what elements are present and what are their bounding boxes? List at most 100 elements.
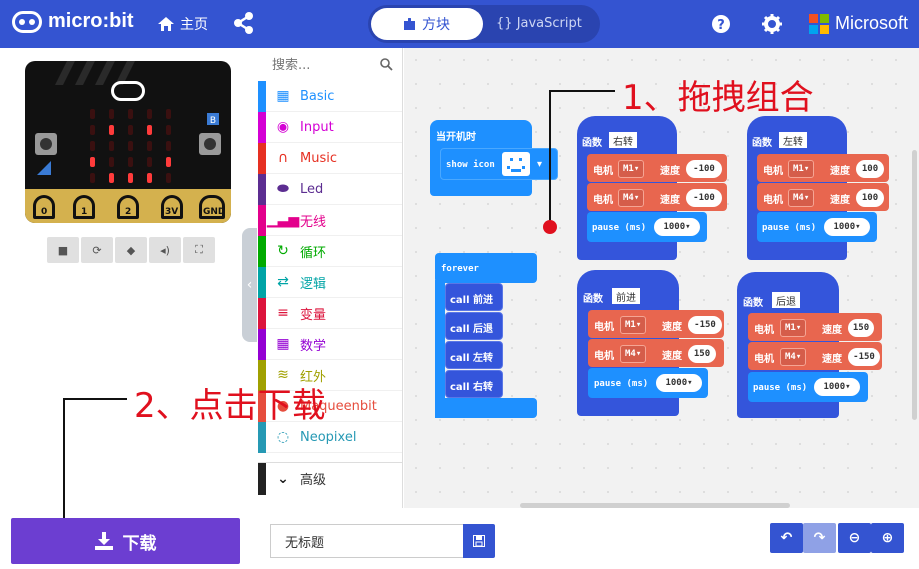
pause-input[interactable]: 1000 ▾ <box>654 218 700 236</box>
gear-icon[interactable] <box>762 14 782 34</box>
search-icon[interactable] <box>380 58 393 71</box>
function-name[interactable]: 右转 <box>609 132 637 148</box>
svg-text:?: ? <box>717 18 725 33</box>
category-stripe <box>258 204 266 236</box>
tab-javascript[interactable]: {} JavaScript <box>496 16 582 31</box>
led <box>128 173 133 183</box>
minus-icon: ⊖ <box>848 530 861 546</box>
collapse-simulator-button[interactable]: ‹ <box>242 228 257 342</box>
dropdown-arrow-icon: ▾ <box>795 323 802 333</box>
speed-input[interactable]: 100 <box>856 189 884 207</box>
led <box>109 125 114 135</box>
show-icon-label: show icon <box>446 160 495 170</box>
microbit-logo[interactable]: micro:bit <box>12 10 134 33</box>
list-icon: ≡ <box>277 305 289 321</box>
icon-picker[interactable] <box>502 152 530 176</box>
toolbox-search <box>258 50 402 80</box>
category-led[interactable]: ⬬ Led <box>258 173 402 205</box>
motor-select[interactable]: M1 ▾ <box>618 160 645 178</box>
button-a[interactable] <box>35 133 57 155</box>
category-label: Led <box>300 181 324 197</box>
category-logic[interactable]: ⇄ 逻辑 <box>258 266 402 298</box>
microsoft-logo[interactable]: Microsoft <box>809 13 908 34</box>
motor-select[interactable]: M1 ▾ <box>788 160 815 178</box>
motor-select[interactable]: M4 ▾ <box>618 189 645 207</box>
download-icon <box>94 532 113 550</box>
category-stripe <box>258 142 266 174</box>
undo-button[interactable]: ↶ <box>770 523 803 553</box>
dropdown-arrow-icon[interactable]: ▾ <box>537 159 542 170</box>
pause-input[interactable]: 1000 ▾ <box>656 374 702 392</box>
led <box>128 157 133 167</box>
zoom-out-button[interactable]: ⊖ <box>838 523 871 553</box>
button-b[interactable] <box>199 133 221 155</box>
editor-mode-switch: 方块 {} JavaScript <box>368 5 600 43</box>
slowmo-icon[interactable]: ◆ <box>115 237 147 263</box>
motor-select[interactable]: M4 ▾ <box>620 345 647 363</box>
function-keyword: 函数 <box>582 138 602 149</box>
dropdown-arrow-icon: ▾ <box>687 378 693 388</box>
motor-select[interactable]: M1 ▾ <box>780 319 807 337</box>
category-music[interactable]: ∩ Music <box>258 142 402 174</box>
save-button[interactable] <box>463 524 495 558</box>
motor-select[interactable]: M1 ▾ <box>620 316 647 334</box>
category-radio[interactable]: ▁▃▅ 无线 <box>258 204 402 236</box>
vertical-scrollbar[interactable] <box>912 150 917 420</box>
led <box>147 125 152 135</box>
category-label: Input <box>300 119 334 135</box>
pause-input[interactable]: 1000 ▾ <box>824 218 870 236</box>
motor-label: 电机 <box>593 166 613 177</box>
project-name-input[interactable] <box>270 524 463 558</box>
pause-label: pause (ms) <box>592 223 647 233</box>
download-button[interactable]: 下载 <box>11 518 240 564</box>
motor-select[interactable]: M4 ▾ <box>788 189 815 207</box>
motor-select[interactable]: M4 ▾ <box>780 348 807 366</box>
sound-icon[interactable]: ◂) <box>149 237 181 263</box>
category-variables[interactable]: ≡ 变量 <box>258 297 402 329</box>
motor-label: 电机 <box>594 322 614 333</box>
advanced-toggle[interactable]: ⌄ 高级 <box>258 462 402 495</box>
speed-input[interactable]: -150 <box>848 348 880 366</box>
zoom-in-button[interactable]: ⊕ <box>871 523 904 553</box>
speed-input[interactable]: -100 <box>686 189 722 207</box>
redo-button[interactable]: ↷ <box>803 523 836 553</box>
category-label: 数学 <box>300 338 327 354</box>
target-icon: ◉ <box>276 119 290 135</box>
share-icon[interactable] <box>234 12 254 34</box>
category-input[interactable]: ◉ Input <box>258 111 402 143</box>
speed-input[interactable]: -150 <box>688 316 722 334</box>
speed-input[interactable]: 150 <box>688 345 716 363</box>
function-name[interactable]: 后退 <box>772 292 800 308</box>
pause-input[interactable]: 1000 ▾ <box>814 378 860 396</box>
fullscreen-icon[interactable]: ⛶ <box>183 237 215 263</box>
function-name[interactable]: 前进 <box>612 288 640 304</box>
call-label: call 后退 <box>450 324 494 335</box>
led <box>90 173 95 183</box>
advanced-label: 高级 <box>300 473 327 488</box>
category-loops[interactable]: ↻ 循环 <box>258 235 402 267</box>
tab-blocks[interactable]: 方块 <box>371 8 483 40</box>
function-name[interactable]: 左转 <box>779 132 807 148</box>
help-icon[interactable]: ? <box>711 14 731 34</box>
edge-connector: 0 1 2 3V GND <box>25 189 231 223</box>
annotation-1-line-h <box>549 90 615 92</box>
forever-footer <box>435 398 537 418</box>
category-label: 循环 <box>300 245 327 261</box>
category-math[interactable]: ▦ 数学 <box>258 328 402 360</box>
speed-label: 速度 <box>822 354 842 365</box>
motor-label: 电机 <box>763 195 783 206</box>
category-basic[interactable]: ▦ Basic <box>258 80 402 112</box>
horizontal-scrollbar[interactable] <box>520 503 790 508</box>
speed-input[interactable]: -100 <box>686 160 722 178</box>
speed-input[interactable]: 100 <box>856 160 884 178</box>
speed-input[interactable]: 150 <box>848 319 874 337</box>
on-start-label: 当开机时 <box>436 132 476 143</box>
home-button[interactable]: 主页 <box>158 14 208 34</box>
category-stripe <box>258 328 266 360</box>
call-label: call 右转 <box>450 382 494 393</box>
stop-icon[interactable]: ■ <box>47 237 79 263</box>
dropdown-arrow-icon: ▾ <box>635 320 642 330</box>
logo-text: micro:bit <box>48 10 134 32</box>
annotation-1-dot <box>543 220 557 234</box>
restart-icon[interactable]: ⟳ <box>81 237 113 263</box>
